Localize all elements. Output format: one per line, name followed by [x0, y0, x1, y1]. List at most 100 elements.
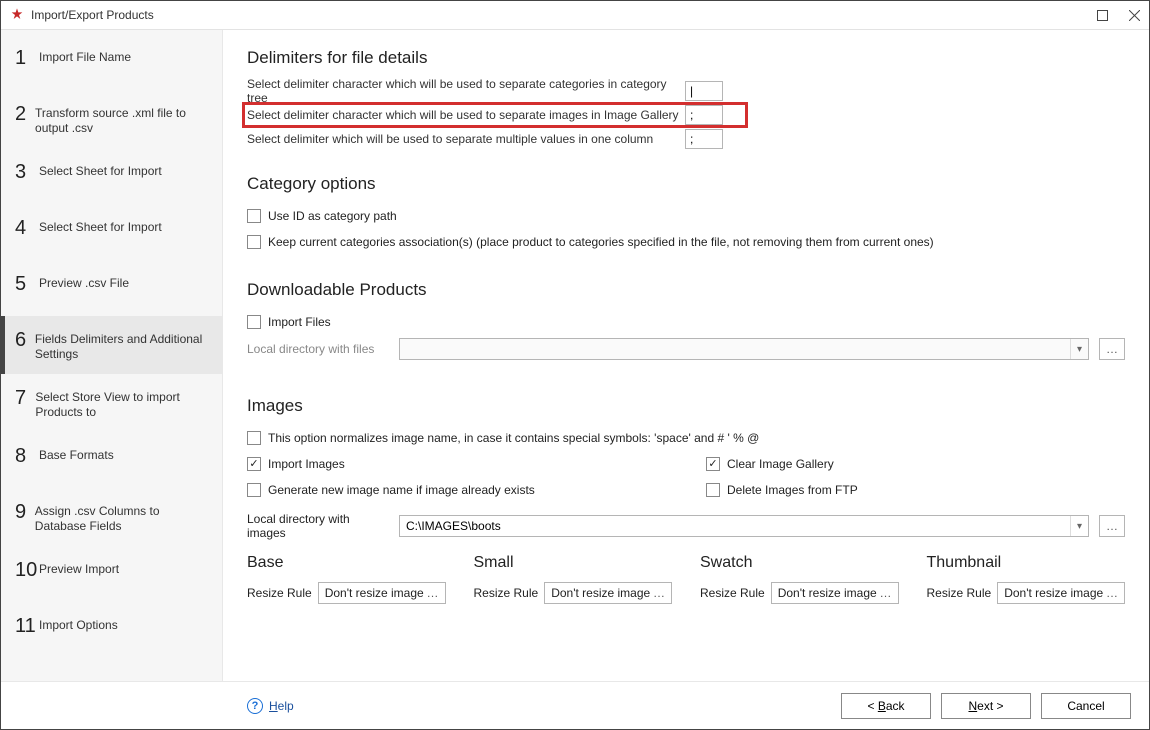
use-id-label: Use ID as category path: [268, 209, 397, 223]
wizard-step-10[interactable]: 10Preview Import: [1, 546, 222, 602]
wizard-step-4[interactable]: 4Select Sheet for Import: [1, 204, 222, 260]
wizard-step-7[interactable]: 7Select Store View to import Products to: [1, 374, 222, 432]
download-dir-label: Local directory with files: [247, 342, 389, 356]
delimiter-label: Select delimiter character which will be…: [247, 77, 685, 105]
step-label: Import Options: [39, 614, 118, 633]
window-title: Import/Export Products: [31, 8, 1095, 22]
import-files-row: Import Files: [247, 312, 1125, 332]
resize-label: Resize Rule: [247, 586, 312, 600]
resize-title-swatch: Swatch: [700, 554, 899, 572]
chevron-down-icon[interactable]: ▾: [1070, 516, 1088, 536]
delimiter-row-multi-value: Select delimiter which will be used to s…: [247, 128, 1125, 150]
download-dir-input: [400, 339, 1070, 359]
clear-gallery-row: Clear Image Gallery: [706, 454, 1125, 474]
import-images-row: Import Images: [247, 454, 666, 474]
ellipsis-icon: …: [425, 586, 441, 600]
images-heading: Images: [247, 396, 1125, 416]
step-label: Preview Import: [39, 558, 119, 577]
resize-col-swatch: Swatch Resize Rule Don't resize image …: [700, 554, 899, 604]
chevron-down-icon[interactable]: ▾: [1070, 339, 1088, 359]
browse-images-dir-button[interactable]: …: [1099, 515, 1125, 537]
step-number: 3: [15, 160, 39, 182]
resize-label: Resize Rule: [700, 586, 765, 600]
delimiter-input-image-gallery[interactable]: [685, 105, 723, 125]
images-dir-input[interactable]: [400, 516, 1070, 536]
keep-categories-row: Keep current categories association(s) (…: [247, 232, 1125, 252]
import-images-label: Import Images: [268, 457, 345, 471]
gen-new-name-label: Generate new image name if image already…: [268, 483, 535, 497]
help-label: Help: [269, 699, 294, 713]
normalize-checkbox[interactable]: [247, 431, 261, 445]
resize-col-base: Base Resize Rule Don't resize image …: [247, 554, 446, 604]
step-label: Select Sheet for Import: [39, 160, 162, 179]
resize-rule-swatch-combo[interactable]: Don't resize image …: [771, 582, 899, 604]
resize-rule-base-combo[interactable]: Don't resize image …: [318, 582, 446, 604]
main-panel: Delimiters for file details Select delim…: [223, 30, 1149, 681]
resize-title-base: Base: [247, 554, 446, 572]
next-button[interactable]: Next >: [941, 693, 1031, 719]
ellipsis-icon: …: [1104, 586, 1120, 600]
step-label: Fields Delimiters and Additional Setting…: [35, 328, 212, 362]
download-dir-row: Local directory with files ▾ …: [247, 338, 1125, 360]
import-files-checkbox[interactable]: [247, 315, 261, 329]
wizard-step-3[interactable]: 3Select Sheet for Import: [1, 148, 222, 204]
resize-col-thumbnail: Thumbnail Resize Rule Don't resize image…: [927, 554, 1126, 604]
clear-gallery-checkbox[interactable]: [706, 457, 720, 471]
wizard-step-2[interactable]: 2Transform source .xml file to output .c…: [1, 90, 222, 148]
ellipsis-icon: …: [878, 586, 894, 600]
delimiter-input-category-tree[interactable]: [685, 81, 723, 101]
gen-new-name-row: Generate new image name if image already…: [247, 480, 666, 500]
wizard-step-9[interactable]: 9Assign .csv Columns to Database Fields: [1, 488, 222, 546]
download-dir-input-wrap: ▾: [399, 338, 1089, 360]
window-controls: [1095, 8, 1141, 22]
normalize-row: This option normalizes image name, in ca…: [247, 428, 1125, 448]
close-icon[interactable]: [1127, 8, 1141, 22]
resize-rule-value: Don't resize image: [551, 586, 650, 600]
step-number: 5: [15, 272, 39, 294]
resize-label: Resize Rule: [927, 586, 992, 600]
wizard-step-8[interactable]: 8Base Formats: [1, 432, 222, 488]
step-label: Transform source .xml file to output .cs…: [35, 102, 212, 136]
step-label: Assign .csv Columns to Database Fields: [35, 500, 212, 534]
keep-categories-checkbox[interactable]: [247, 235, 261, 249]
resize-rule-thumbnail-combo[interactable]: Don't resize image …: [997, 582, 1125, 604]
resize-title-small: Small: [474, 554, 673, 572]
step-number: 7: [15, 386, 35, 408]
back-button[interactable]: < Back: [841, 693, 931, 719]
wizard-step-1[interactable]: 1Import File Name: [1, 34, 222, 90]
delimiter-label: Select delimiter which will be used to s…: [247, 132, 685, 146]
step-number: 4: [15, 216, 39, 238]
use-id-as-category-path-row: Use ID as category path: [247, 206, 1125, 226]
step-number: 6: [15, 328, 35, 350]
step-number: 1: [15, 46, 39, 68]
wizard-steps-sidebar: 1Import File Name2Transform source .xml …: [1, 30, 223, 681]
resize-title-thumbnail: Thumbnail: [927, 554, 1126, 572]
step-label: Select Store View to import Products to: [35, 386, 212, 420]
help-icon: ?: [247, 698, 263, 714]
delete-ftp-checkbox[interactable]: [706, 483, 720, 497]
use-id-checkbox[interactable]: [247, 209, 261, 223]
cancel-button[interactable]: Cancel: [1041, 693, 1131, 719]
help-link[interactable]: ? Help: [247, 698, 294, 714]
maximize-icon[interactable]: [1095, 8, 1109, 22]
ellipsis-icon: …: [651, 586, 667, 600]
wizard-step-5[interactable]: 5Preview .csv File: [1, 260, 222, 316]
resize-label: Resize Rule: [474, 586, 539, 600]
step-label: Base Formats: [39, 444, 114, 463]
resize-rule-small-combo[interactable]: Don't resize image …: [544, 582, 672, 604]
delimiter-label: Select delimiter character which will be…: [247, 108, 685, 122]
delete-ftp-row: Delete Images from FTP: [706, 480, 1125, 500]
gen-new-name-checkbox[interactable]: [247, 483, 261, 497]
import-images-checkbox[interactable]: [247, 457, 261, 471]
wizard-step-6[interactable]: 6Fields Delimiters and Additional Settin…: [1, 316, 222, 374]
images-dir-label: Local directory with images: [247, 512, 389, 540]
delimiter-input-multi-value[interactable]: [685, 129, 723, 149]
images-dir-input-wrap: ▾: [399, 515, 1089, 537]
wizard-step-11[interactable]: 11Import Options: [1, 602, 222, 658]
resize-rule-value: Don't resize image: [1004, 586, 1103, 600]
browse-download-dir-button[interactable]: …: [1099, 338, 1125, 360]
images-dir-row: Local directory with images ▾ …: [247, 512, 1125, 540]
step-label: Import File Name: [39, 46, 131, 65]
keep-categories-label: Keep current categories association(s) (…: [268, 235, 934, 249]
resize-rule-value: Don't resize image: [778, 586, 877, 600]
